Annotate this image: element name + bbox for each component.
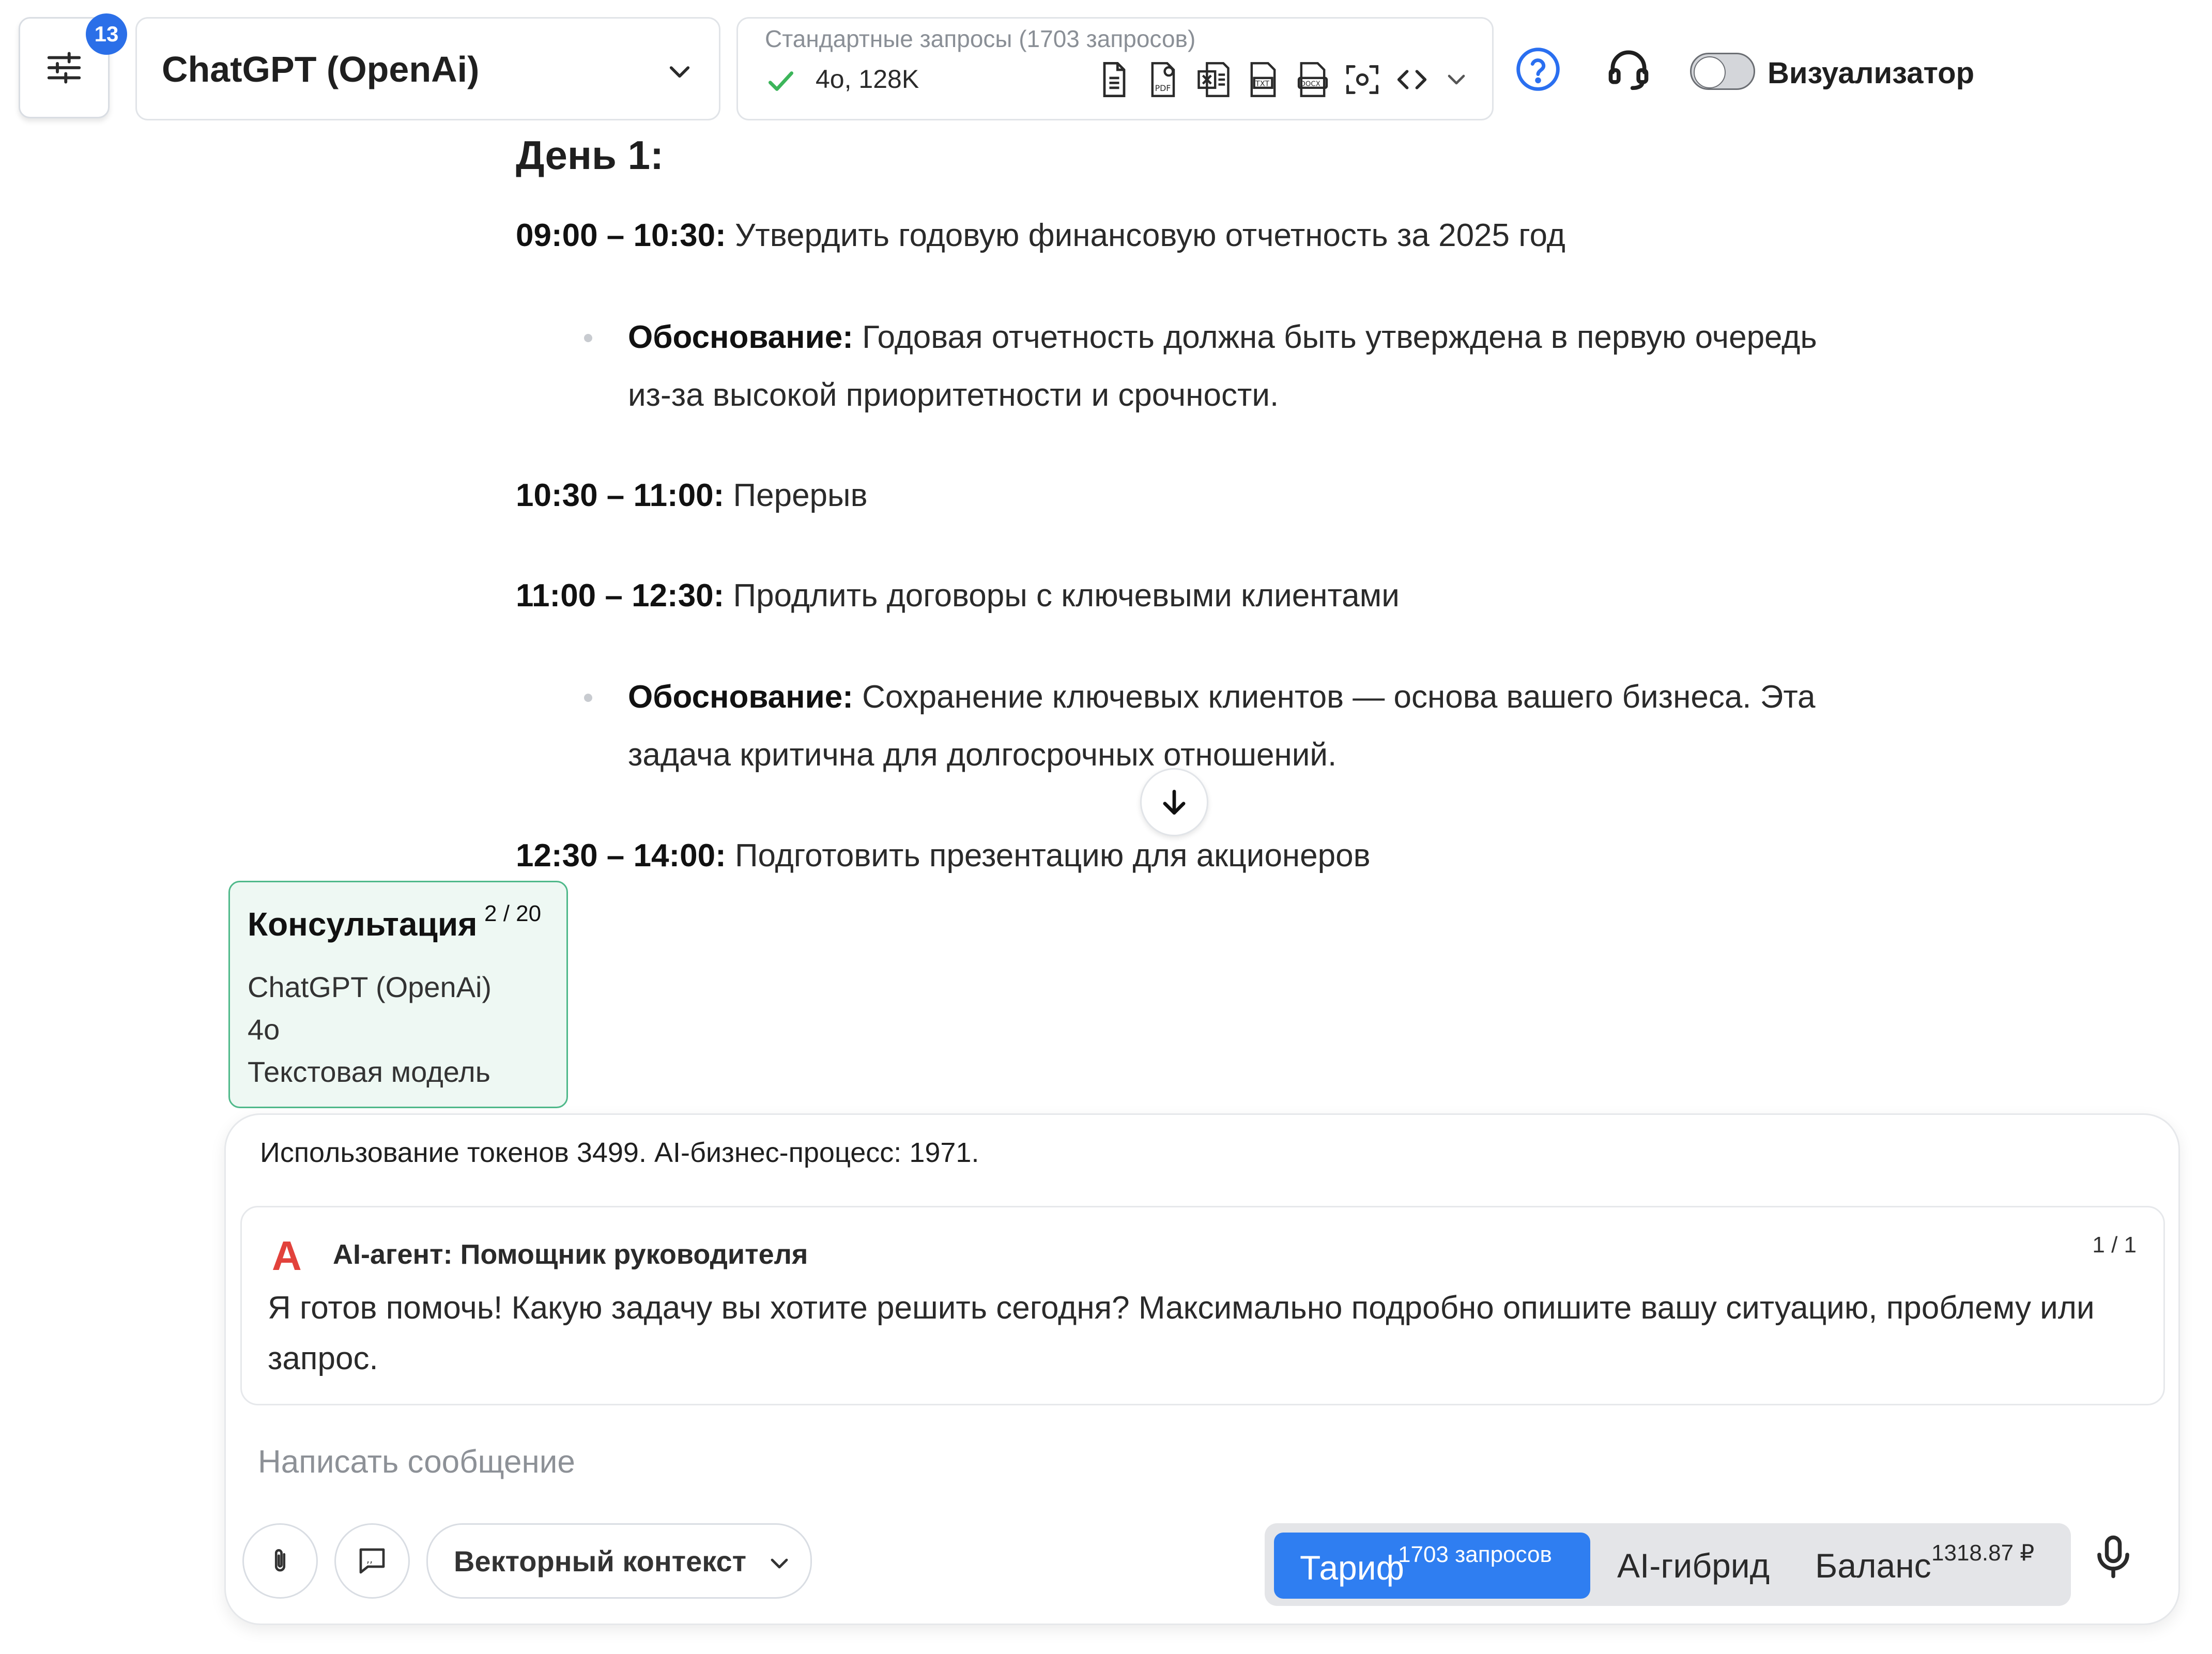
day-heading: День 1: — [516, 132, 664, 178]
excel-icon[interactable] — [1194, 60, 1233, 99]
agent-message: Я готов помочь! Какую задачу вы хотите р… — [268, 1290, 2095, 1376]
billing-mode-group: Тариф 1703 запросов AI-гибрид Баланс 131… — [1265, 1523, 2071, 1606]
agent-card[interactable]: A AI-агент: Помощник руководителя 1 / 1 … — [240, 1206, 2165, 1405]
reason-text: из-за высокой приоритетности и срочности… — [628, 377, 1279, 413]
reason-text: задача критична для долгосрочных отношен… — [628, 737, 1337, 773]
requests-panel[interactable]: Стандартные запросы (1703 запросов) 4o, … — [736, 17, 1494, 120]
reason-label: Обоснование: — [628, 319, 853, 355]
schedule-task: Продлить договоры с ключевыми клиентами — [724, 578, 1400, 614]
reason-line: Обоснование: Годовая отчетность должна б… — [628, 309, 1817, 366]
consultation-count: 2 / 20 — [484, 901, 542, 926]
vector-context-select[interactable]: Векторный контекст — [426, 1523, 812, 1599]
help-icon[interactable] — [1514, 45, 1562, 93]
svg-text:PDF: PDF — [1155, 83, 1171, 93]
tarif-requests: 1703 запросов — [1398, 1542, 1552, 1567]
bullet-dot — [584, 694, 592, 702]
visualizer-label: Визуализатор — [1768, 56, 1974, 90]
schedule-time: 09:00 – 10:30: — [516, 218, 726, 253]
notification-badge: 13 — [86, 13, 127, 55]
chevron-down-icon — [771, 1558, 788, 1569]
toggle-knob — [1694, 56, 1726, 88]
model-select[interactable]: ChatGPT (OpenAi) — [135, 17, 720, 120]
vector-context-label: Векторный контекст — [454, 1545, 747, 1578]
agent-title: AI-агент: Помощник руководителя — [333, 1239, 808, 1270]
quote-message-icon: ,, — [359, 1548, 385, 1574]
paperclip-icon — [274, 1549, 286, 1572]
schedule-time: 11:00 – 12:30: — [516, 578, 725, 614]
consultation-title: Консультация — [248, 906, 478, 943]
document-icon[interactable] — [1095, 60, 1134, 99]
prompts-button[interactable]: ,, — [334, 1523, 410, 1599]
consultation-type: Текстовая модель — [248, 1055, 490, 1088]
message-input[interactable] — [257, 1435, 1809, 1488]
tarif-label: Тариф — [1300, 1549, 1404, 1587]
scroll-down-button[interactable] — [1140, 768, 1208, 836]
requests-title: Стандартные запросы (1703 запросов) — [765, 25, 1196, 52]
microphone-icon[interactable] — [2087, 1531, 2139, 1583]
svg-text:DOCX: DOCX — [1300, 81, 1320, 88]
reason-label: Обоснование: — [628, 679, 853, 715]
schedule-item: 11:00 – 12:30: Продлить договоры с ключе… — [516, 567, 1400, 625]
schedule-item: 09:00 – 10:30: Утвердить годовую финансо… — [516, 207, 1565, 265]
reason-text: Годовая отчетность должна быть утвержден… — [853, 319, 1817, 355]
model-select-label: ChatGPT (OpenAi) — [162, 49, 480, 89]
docx-icon[interactable]: DOCX — [1293, 60, 1332, 99]
headset-icon[interactable] — [1605, 44, 1652, 92]
schedule-item: 10:30 – 11:00: Перерыв — [516, 467, 868, 525]
chevron-down-icon — [669, 66, 690, 78]
tarif-mode-button[interactable]: Тариф 1703 запросов — [1274, 1533, 1590, 1599]
schedule-item: 12:30 – 14:00: Подготовить презентацию д… — [516, 827, 1371, 885]
schedule-time: 12:30 – 14:00: — [516, 838, 726, 874]
balance-mode-button[interactable]: Баланс — [1815, 1546, 1931, 1585]
visualizer-toggle[interactable] — [1690, 53, 1755, 90]
chevron-down-icon[interactable] — [1442, 65, 1471, 94]
arrow-down-icon — [1163, 789, 1186, 815]
requests-model: 4o, 128K — [816, 65, 919, 94]
attach-button[interactable] — [242, 1523, 318, 1599]
svg-text:,,: ,, — [366, 1553, 373, 1565]
svg-text:TXT: TXT — [1255, 80, 1269, 88]
token-usage: Использование токенов 3499. AI-бизнес-пр… — [260, 1137, 979, 1168]
schedule-time: 10:30 – 11:00: — [516, 478, 725, 513]
reason-text: Сохранение ключевых клиентов — основа ва… — [853, 679, 1816, 715]
code-icon[interactable] — [1392, 60, 1432, 99]
txt-icon[interactable]: TXT — [1243, 60, 1283, 99]
check-icon — [768, 71, 794, 91]
hybrid-mode-button[interactable]: AI-гибрид — [1617, 1546, 1770, 1585]
sliders-icon — [47, 52, 81, 84]
schedule-task: Утвердить годовую финансовую отчетность … — [726, 218, 1565, 253]
consultation-version: 4o — [248, 1013, 280, 1046]
schedule-task: Подготовить презентацию для акционеров — [726, 838, 1371, 874]
pdf-icon[interactable]: PDF — [1144, 60, 1184, 99]
consultation-model: ChatGPT (OpenAi) — [248, 971, 492, 1003]
balance-amount: 1318.87 ₽ — [1931, 1540, 2035, 1566]
screenshot-icon[interactable] — [1343, 60, 1382, 99]
schedule-task: Перерыв — [724, 478, 868, 513]
bullet-dot — [584, 334, 592, 342]
consultation-card[interactable]: Консультация 2 / 20 ChatGPT (OpenAi) 4o … — [228, 881, 568, 1108]
composer-panel: Использование токенов 3499. AI-бизнес-пр… — [224, 1113, 2180, 1625]
agent-pagination: 1 / 1 — [2092, 1232, 2137, 1258]
reason-line: Обоснование: Сохранение ключевых клиенто… — [628, 668, 1816, 726]
agent-logo: A — [272, 1233, 302, 1279]
